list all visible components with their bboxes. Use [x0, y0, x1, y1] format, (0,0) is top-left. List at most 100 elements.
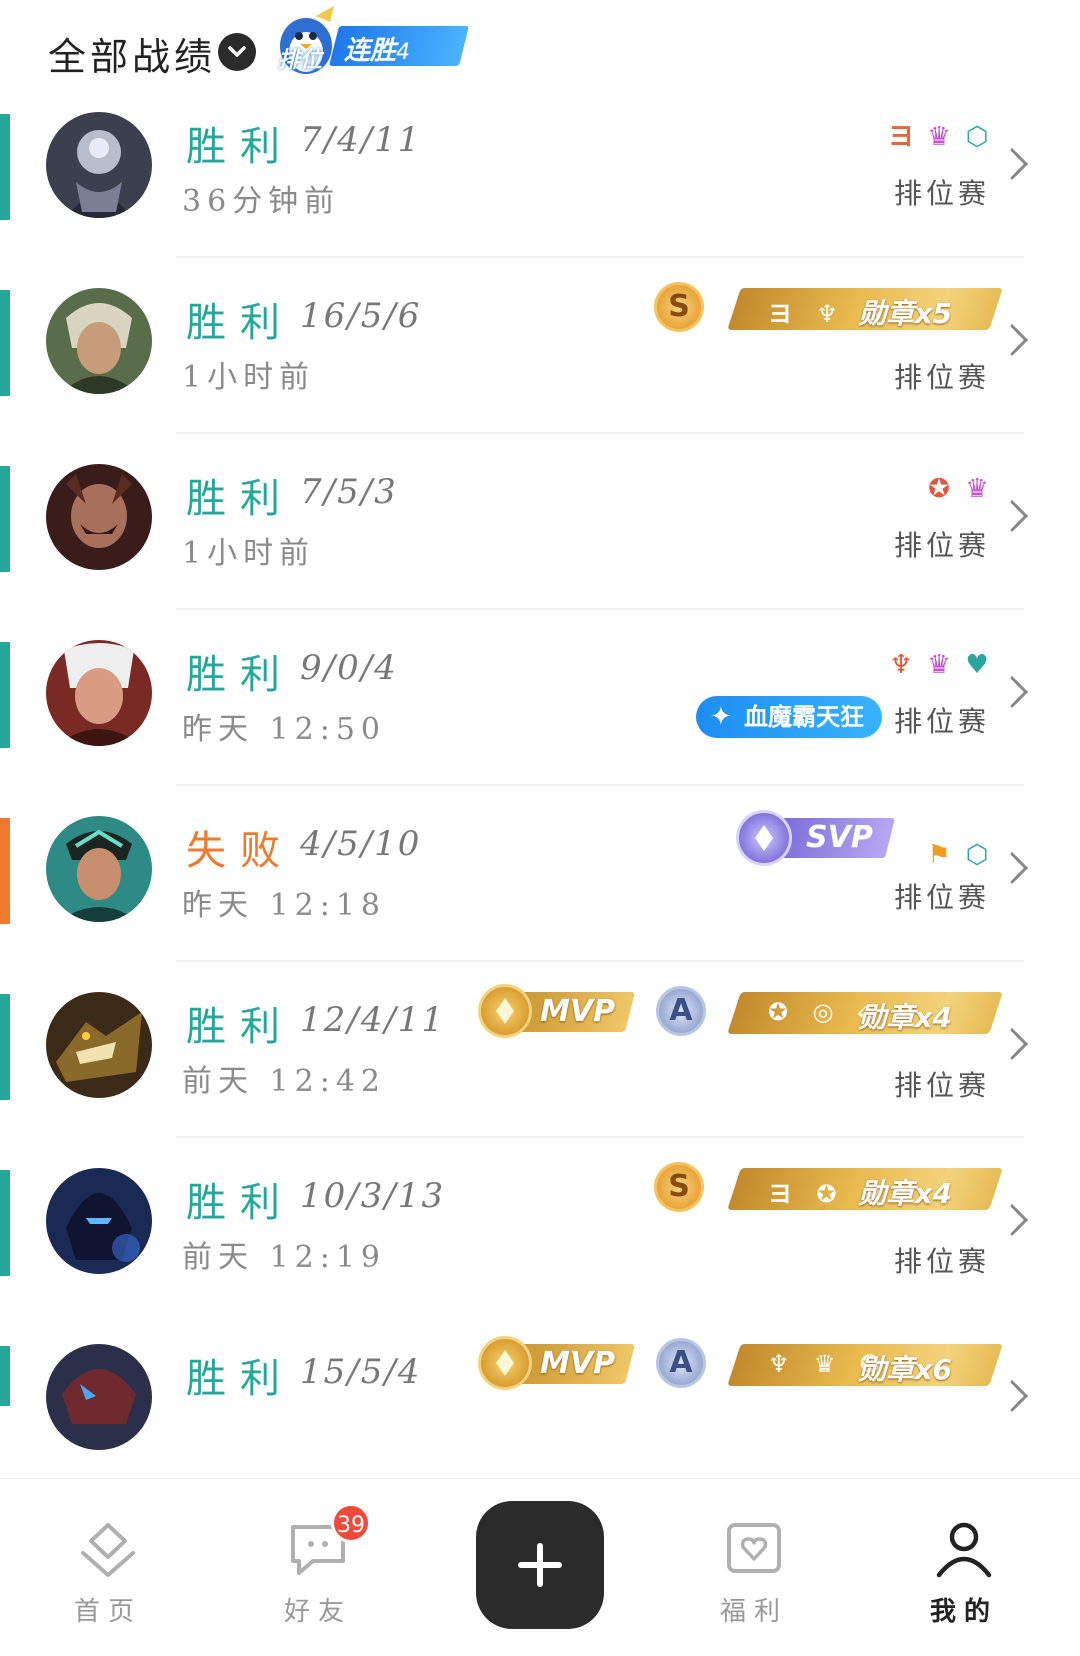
grade-s-icon: S [654, 1162, 704, 1212]
match-kda: 4/5/10 [300, 824, 422, 864]
grade-s-icon: S [654, 282, 704, 332]
svp-label: SVP [806, 820, 873, 855]
chevron-right-icon [1010, 852, 1029, 884]
win-streak-badge: 排位 连胜4 [272, 6, 472, 74]
sparkle-icon: ✦ [710, 702, 732, 732]
match-row[interactable]: 胜利 12/4/11 前天 12:42 MVP A ✪ ◎ ⬙ 勋章x4 排位赛 [0, 980, 1080, 1166]
trident-icon: ♆ [889, 650, 913, 680]
nav-me[interactable]: 我的 [904, 1519, 1024, 1628]
hero-avatar [46, 992, 152, 1098]
page-title: 全部战绩 [48, 35, 217, 79]
match-time: 36分钟前 [182, 184, 341, 219]
result-indicator-bar [0, 994, 10, 1100]
kill-icon: ヨ [887, 122, 914, 152]
chevron-right-icon [1010, 148, 1029, 180]
result-indicator-bar [0, 818, 10, 924]
hero-title: 血魔霸天狂 [744, 703, 864, 731]
match-row[interactable]: 失败 4/5/10 昨天 12:18 SVP ⚑ ⬡ 排位赛 [0, 804, 1080, 990]
row-divider [176, 256, 1024, 258]
result-indicator-bar [0, 1170, 10, 1276]
medal-icon: ✪ [928, 474, 950, 504]
match-row[interactable]: 胜利 15/5/4 MVP A ♆ ♛ ✪ 勋章x6 [0, 1332, 1080, 1478]
svp-badge: SVP [736, 810, 896, 866]
crown-icon: ♛ [965, 474, 989, 504]
chevron-right-icon [1010, 324, 1029, 356]
nav-friends-label: 好友 [283, 1597, 352, 1627]
medal-count: 勋章x5 [858, 297, 952, 330]
mvp-badge: MVP [478, 1334, 636, 1392]
match-mode: 排位赛 [894, 529, 991, 562]
hero-avatar [46, 288, 152, 394]
match-time: 1小时前 [182, 536, 316, 571]
match-row[interactable]: 胜利 7/5/3 1小时前 ✪ ♛ 排位赛 [0, 452, 1080, 638]
match-kda: 10/3/13 [300, 1176, 446, 1216]
medal-count: 勋章x4 [858, 1001, 952, 1034]
filter-dropdown-button[interactable] [218, 33, 256, 71]
grade-a-icon: A [656, 986, 706, 1036]
match-mode: 排位赛 [894, 705, 991, 738]
match-kda: 7/4/11 [300, 120, 422, 160]
hero-avatar [46, 640, 152, 746]
match-result: 胜利 [186, 300, 294, 346]
page-header: 全部战绩 排位 连胜4 [0, 0, 1080, 100]
nav-home[interactable]: 首页 [48, 1519, 168, 1628]
grade-a-icon: A [656, 1338, 706, 1388]
match-time: 前天 12:19 [182, 1240, 386, 1275]
hero-avatar [46, 1344, 152, 1450]
match-mode: 排位赛 [894, 881, 991, 914]
nav-welfare[interactable]: 福利 [694, 1519, 814, 1628]
nav-home-label: 首页 [73, 1597, 142, 1627]
achievement-icons: ヨ ♛ ⬡ [886, 120, 992, 154]
match-row[interactable]: 胜利 10/3/13 前天 12:19 S ヨ ✪ ♛ 勋章x4 排位赛 [0, 1156, 1080, 1342]
match-kda: 7/5/3 [300, 472, 398, 512]
match-row[interactable]: 胜利 16/5/6 1小时前 S ヨ ♆ ✪ 勋章x5 排位赛 [0, 276, 1080, 462]
medal-banner: ヨ ✪ ♛ 勋章x4 [727, 1168, 1003, 1210]
medal-count: 勋章x4 [858, 1177, 952, 1210]
row-divider [176, 608, 1024, 610]
match-kda: 16/5/6 [300, 296, 422, 336]
match-mode: 排位赛 [894, 177, 991, 210]
hero-avatar [46, 112, 152, 218]
chevron-right-icon [1010, 1204, 1029, 1236]
achievement-icons: ✪ ♛ [924, 472, 992, 506]
mvp-emblem-icon [478, 1336, 532, 1390]
medal-banner: ♆ ♛ ✪ 勋章x6 [727, 1344, 1003, 1386]
svp-emblem-icon [736, 810, 792, 866]
match-result: 胜利 [186, 652, 294, 698]
result-indicator-bar [0, 1346, 10, 1406]
match-result: 失败 [186, 828, 294, 874]
achievement-icons: ♆ ♛ ♥ [886, 648, 992, 682]
match-time: 昨天 12:18 [182, 888, 386, 923]
mvp-label: MVP [540, 994, 616, 1029]
hero-avatar [46, 464, 152, 570]
chat-icon: 39 [283, 1503, 371, 1579]
shield-icon: ⬡ [965, 122, 989, 152]
match-time: 昨天 12:50 [182, 712, 386, 747]
match-result: 胜利 [186, 1180, 294, 1226]
result-indicator-bar [0, 114, 10, 220]
flag-icon: ⚑ [927, 840, 951, 870]
home-icon [73, 1519, 143, 1579]
match-result: 胜利 [186, 124, 294, 170]
mvp-emblem-icon [478, 984, 532, 1038]
row-divider [176, 960, 1024, 962]
match-row[interactable]: 胜利 7/4/11 36分钟前 ヨ ♛ ⬡ 排位赛 [0, 100, 1080, 286]
user-icon [929, 1519, 999, 1579]
shield-icon: ⬡ [965, 840, 989, 870]
hero-avatar [46, 1168, 152, 1274]
heart-icon: ♥ [965, 650, 989, 680]
nav-welfare-label: 福利 [719, 1597, 788, 1627]
result-indicator-bar [0, 642, 10, 748]
gift-heart-icon [719, 1519, 789, 1579]
nav-friends[interactable]: 39 好友 [258, 1503, 378, 1628]
match-mode: 排位赛 [894, 1245, 991, 1278]
chevron-right-icon [1010, 676, 1029, 708]
bottom-nav: 首页 39 好友 福利 我的 [0, 1478, 1080, 1656]
row-divider [176, 784, 1024, 786]
match-result: 胜利 [186, 1004, 294, 1050]
add-button[interactable] [476, 1501, 604, 1629]
nav-me-label: 我的 [929, 1597, 998, 1627]
match-row[interactable]: 胜利 9/0/4 昨天 12:50 ♆ ♛ ♥ ✦ 血魔霸天狂 排位赛 [0, 628, 1080, 814]
medal-banner: ✪ ◎ ⬙ 勋章x4 [727, 992, 1003, 1034]
match-time: 前天 12:42 [182, 1064, 386, 1099]
